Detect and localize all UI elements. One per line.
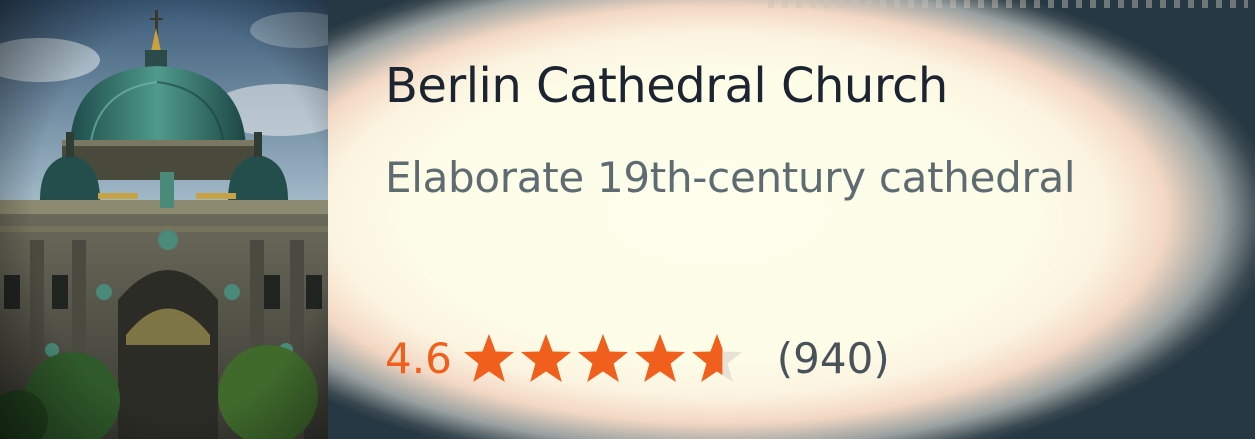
star-icon	[463, 334, 514, 382]
place-photo[interactable]	[0, 0, 328, 439]
top-edge-detail	[768, 0, 1248, 8]
place-info-panel: Berlin Cathedral Church Elaborate 19th-c…	[328, 0, 1255, 439]
star-icon	[577, 334, 628, 382]
star-icon	[520, 334, 571, 382]
cathedral-photo-image	[0, 0, 328, 439]
place-title[interactable]: Berlin Cathedral Church	[385, 58, 948, 114]
rating-row[interactable]: 4.6 (940)	[385, 326, 890, 390]
star-icon	[691, 334, 742, 382]
place-description: Elaborate 19th-century cathedral	[385, 153, 1076, 202]
review-count[interactable]: (940)	[777, 334, 890, 383]
star-rating	[462, 332, 747, 384]
star-icon	[634, 334, 685, 382]
place-card[interactable]: Berlin Cathedral Church Elaborate 19th-c…	[0, 0, 1255, 439]
rating-value: 4.6	[385, 333, 452, 383]
